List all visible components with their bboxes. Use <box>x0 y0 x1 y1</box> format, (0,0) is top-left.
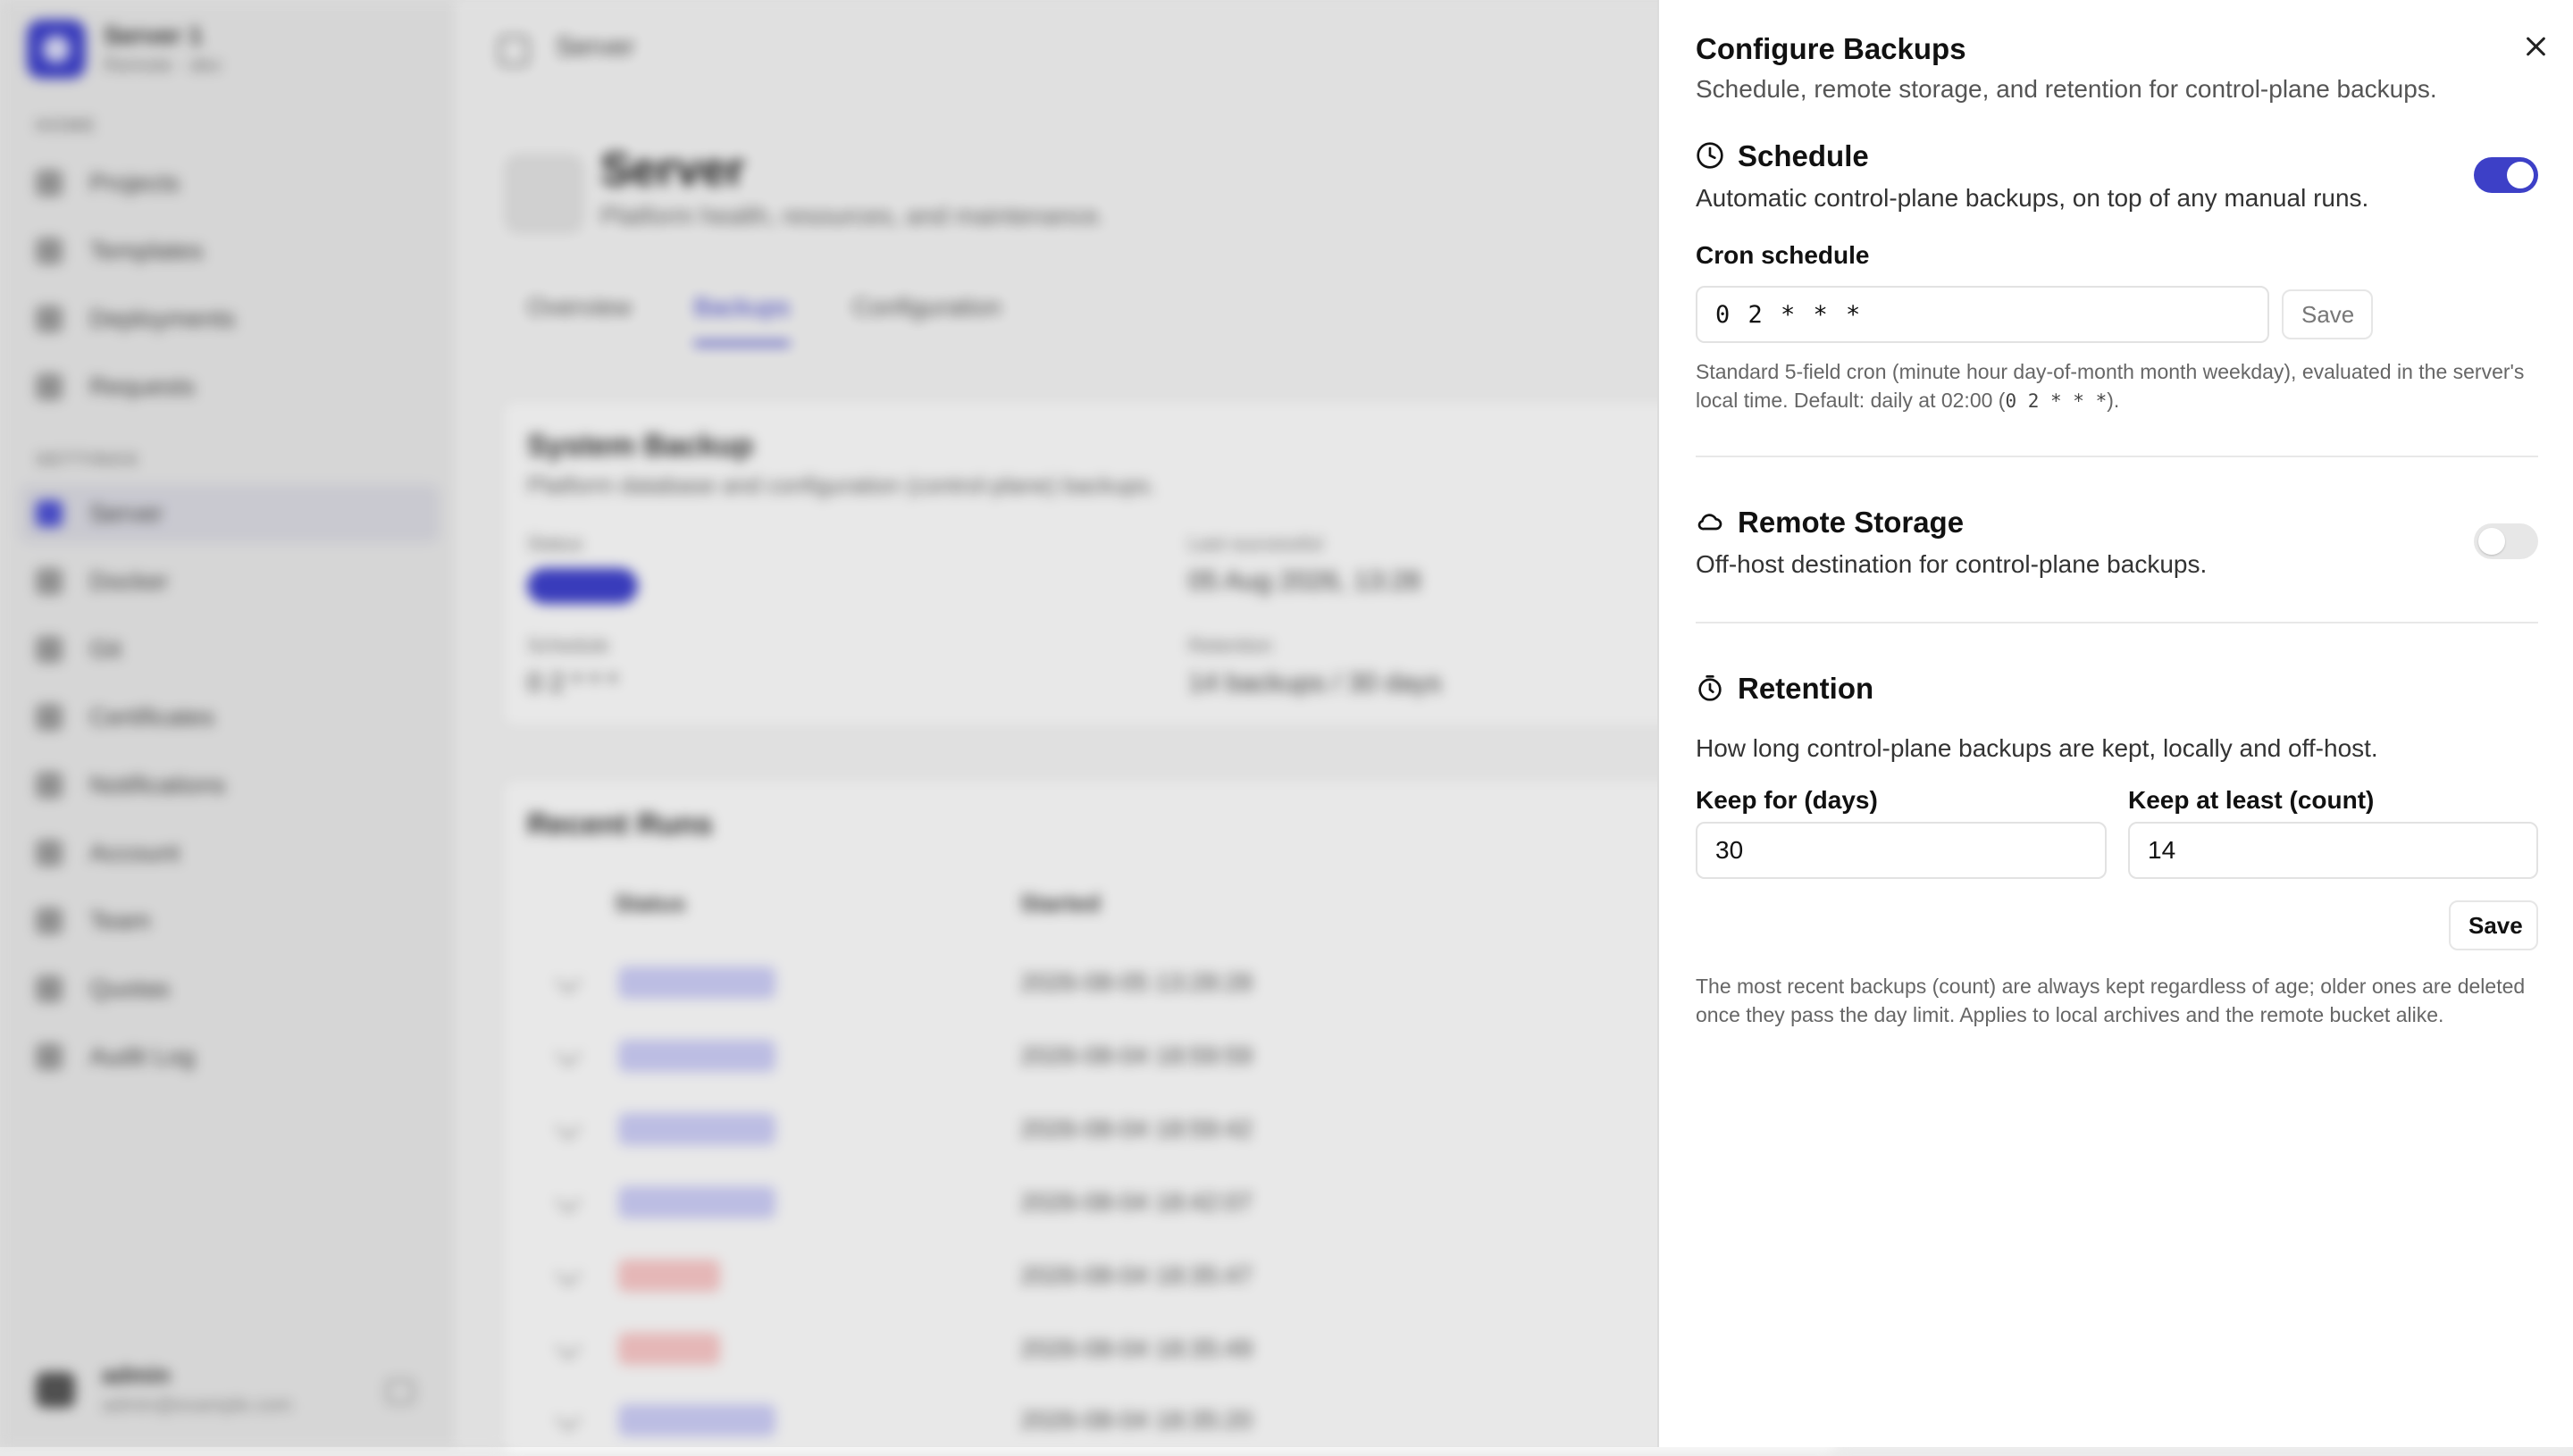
configure-backups-drawer: Configure Backups Schedule, remote stora… <box>1657 0 2573 1447</box>
close-icon[interactable] <box>2517 27 2556 66</box>
retention-help-text: The most recent backups (count) are alwa… <box>1696 975 2526 1026</box>
help-text-end: ). <box>2107 389 2120 412</box>
cron-label: Cron schedule <box>1696 241 1870 269</box>
toggle-knob <box>2478 528 2505 555</box>
help-code: 0 2 * * * <box>2005 390 2108 412</box>
keep-days-label: Keep for (days) <box>1696 786 1878 814</box>
schedule-title: Schedule <box>1738 139 1869 172</box>
keep-days-input[interactable] <box>1696 822 2107 879</box>
divider <box>1696 622 2538 623</box>
cloud-icon <box>1697 514 1722 531</box>
cron-help-text: Standard 5-field cron (minute hour day-o… <box>1696 357 2544 415</box>
timer-icon <box>1698 675 1722 701</box>
keep-count-input[interactable] <box>2128 822 2538 879</box>
schedule-toggle[interactable] <box>2474 157 2538 193</box>
clock-icon <box>1697 142 1723 169</box>
toggle-knob <box>2507 162 2534 188</box>
save-cron-button[interactable]: Save <box>2282 289 2373 339</box>
remote-storage-description: Off-host destination for control-plane b… <box>1696 550 2208 578</box>
keep-count-label: Keep at least (count) <box>2128 786 2375 814</box>
divider <box>1696 456 2538 457</box>
retention-description: How long control-plane backups are kept,… <box>1696 734 2378 762</box>
remote-storage-toggle[interactable] <box>2474 523 2538 559</box>
save-retention-button[interactable]: Save <box>2449 900 2538 950</box>
remote-storage-title: Remote Storage <box>1738 506 1965 539</box>
drawer-subtitle: Schedule, remote storage, and retention … <box>1696 75 2437 103</box>
retention-title: Retention <box>1738 672 1874 705</box>
schedule-description: Automatic control-plane backups, on top … <box>1696 184 2369 212</box>
drawer-title: Configure Backups <box>1696 32 1966 65</box>
cron-input[interactable] <box>1696 286 2269 343</box>
